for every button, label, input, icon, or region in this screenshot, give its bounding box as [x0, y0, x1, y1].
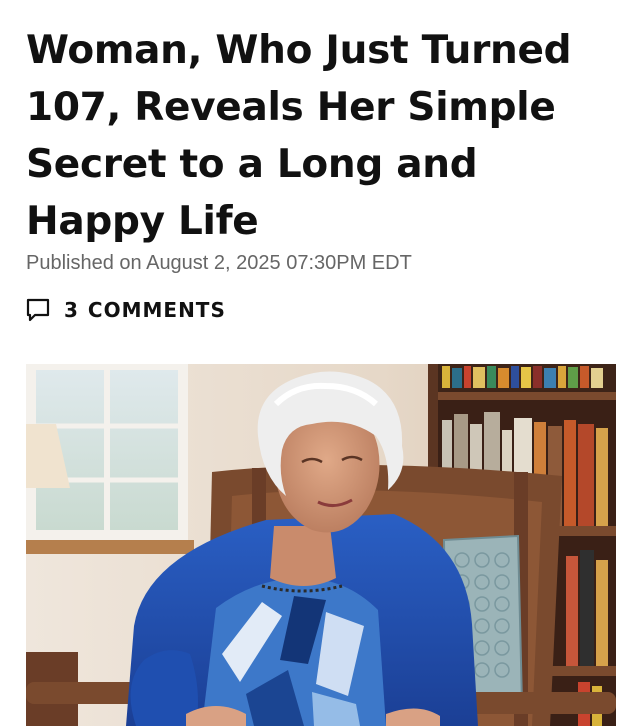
publish-date-byline: Published on August 2, 2025 07:30PM EDT: [26, 252, 412, 274]
article-headline: Woman, Who Just Turned 107, Reveals Her …: [26, 28, 572, 244]
comments-link[interactable]: 3 COMMENTS: [26, 296, 226, 324]
article: Woman, Who Just Turned 107, Reveals Her …: [0, 0, 640, 726]
comment-bubble-icon: [26, 298, 50, 322]
article-hero-photo: [26, 364, 616, 726]
comments-count: 3: [64, 298, 78, 322]
comments-label: COMMENTS: [87, 298, 226, 322]
